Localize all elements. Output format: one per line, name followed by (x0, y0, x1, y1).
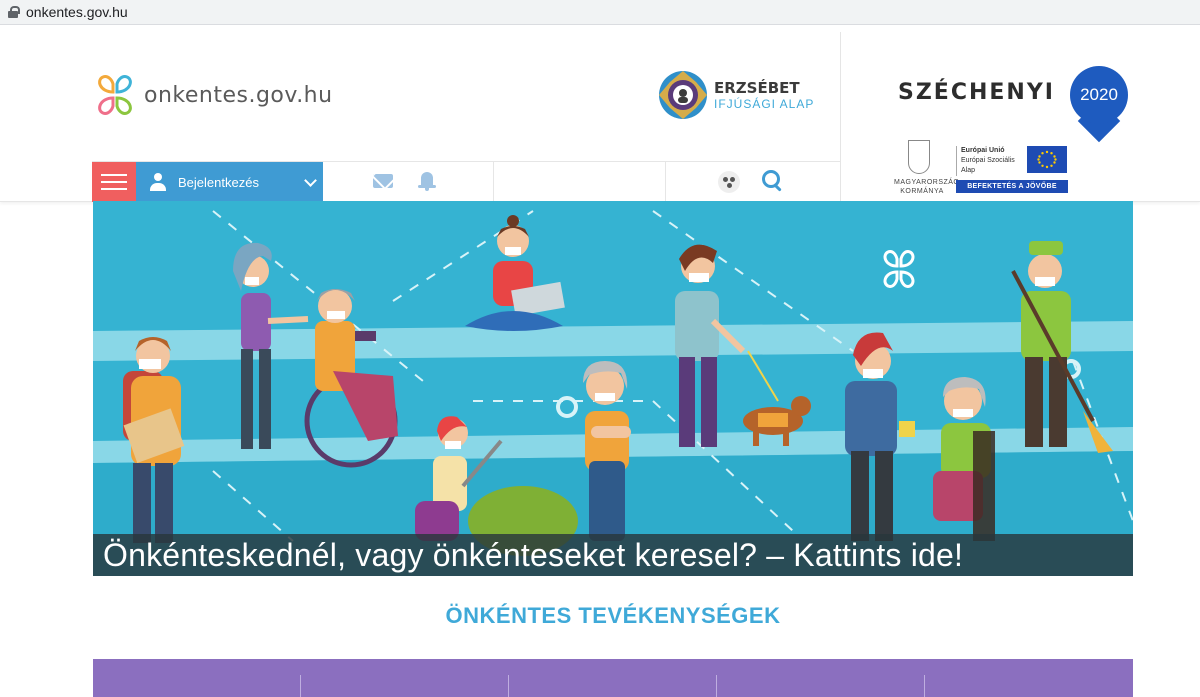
browser-address-bar[interactable]: onkentes.gov.hu (0, 0, 1200, 25)
chevron-down-icon (304, 174, 317, 187)
login-label: Bejelentkezés (178, 174, 259, 190)
user-icon (150, 173, 166, 191)
category-divider (716, 675, 717, 697)
lock-icon (8, 6, 20, 18)
site-logo[interactable]: onkentes.gov.hu (92, 72, 333, 118)
category-divider (508, 675, 509, 697)
activities-category-bar (93, 659, 1133, 697)
mail-icon[interactable] (373, 174, 393, 188)
login-dropdown[interactable]: Bejelentkezés (136, 162, 323, 202)
clover-logo-icon (98, 75, 132, 115)
menu-icon-line (101, 181, 127, 183)
erzsebet-emblem-icon (659, 71, 707, 119)
eu-flag-icon (1027, 146, 1067, 173)
url-text[interactable]: onkentes.gov.hu (26, 4, 128, 20)
hero-caption: Önkénteskednél, vagy önkénteseket kerese… (93, 534, 1133, 576)
szechenyi-title: SZÉCHENYI (898, 80, 1055, 105)
eu-label: Európai Unió Európai Szociális Alap (956, 146, 1015, 176)
menu-icon-line (101, 188, 127, 190)
accessibility-icon[interactable] (718, 171, 740, 193)
coat-of-arms-icon (908, 140, 930, 174)
volunteers-illustration (93, 210, 1133, 576)
empty-nav-cell (494, 162, 666, 202)
location-pin-icon: 2020 (1070, 66, 1128, 146)
main-navbar: Bejelentkezés (92, 161, 840, 202)
erzsebet-subtitle: IFJÚSÁGI ALAP (714, 96, 815, 111)
site-header: onkentes.gov.hu ERZSÉBET IFJÚSÁGI ALAP S… (0, 26, 1200, 202)
header-divider (840, 32, 841, 202)
szechenyi-slogan: BEFEKTETÉS A JÖVŐBE (956, 180, 1068, 193)
szechenyi-2020-banner[interactable]: SZÉCHENYI 2020 MAGYARORSZÁG KORMÁNYA Eur… (894, 64, 1134, 204)
notifications-cell (323, 162, 494, 202)
category-divider (924, 675, 925, 697)
hero-caption-text: Önkénteskednél, vagy önkénteseket kerese… (103, 536, 964, 573)
menu-button[interactable] (92, 162, 136, 202)
government-label: MAGYARORSZÁG KORMÁNYA (894, 179, 960, 195)
szechenyi-year: 2020 (1070, 66, 1128, 124)
menu-icon-line (101, 174, 127, 176)
site-logo-text: onkentes.gov.hu (144, 82, 333, 108)
erzsebet-logo[interactable]: ERZSÉBET IFJÚSÁGI ALAP (656, 68, 814, 122)
bell-icon[interactable] (418, 171, 436, 191)
hero-banner[interactable]: Önkénteskednél, vagy önkénteseket kerese… (93, 201, 1133, 576)
category-divider (300, 675, 301, 697)
section-title: ÖNKÉNTES TEVÉKENYSÉGEK (445, 603, 781, 628)
erzsebet-title: ERZSÉBET (714, 78, 800, 97)
search-icon[interactable] (762, 170, 784, 192)
